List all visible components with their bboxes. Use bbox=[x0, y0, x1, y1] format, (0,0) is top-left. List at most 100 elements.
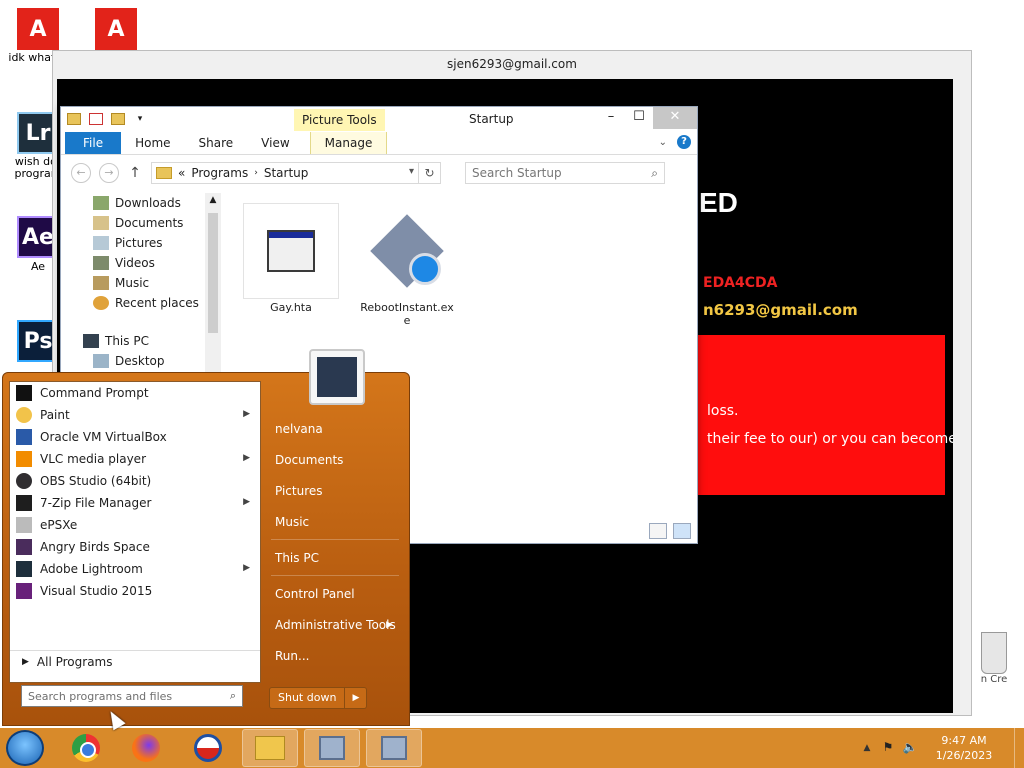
start-link-this-pc[interactable]: This PC bbox=[265, 542, 405, 573]
program-obs[interactable]: OBS Studio (64bit) bbox=[10, 470, 260, 492]
chevron-right-icon: ▶ bbox=[22, 656, 29, 667]
file-name: RebootInstant.exe bbox=[360, 301, 454, 327]
nav-item-pictures[interactable]: Pictures bbox=[61, 233, 221, 253]
start-link-administrative-tools[interactable]: Administrative Tools ▶ bbox=[265, 609, 405, 640]
navigation-scrollbar[interactable]: ▲ bbox=[205, 193, 221, 373]
start-link-documents[interactable]: Documents bbox=[265, 444, 405, 475]
program-visual-studio[interactable]: Visual Studio 2015 bbox=[10, 580, 260, 602]
ransom-scrollbar[interactable] bbox=[953, 79, 967, 713]
up-arrow-icon[interactable]: ↑ bbox=[127, 165, 143, 181]
program-7zip[interactable]: 7-Zip File Manager ▶ bbox=[10, 492, 260, 514]
tab-manage[interactable]: Manage bbox=[309, 132, 388, 154]
user-avatar[interactable] bbox=[309, 349, 365, 405]
tab-view[interactable]: View bbox=[247, 132, 303, 154]
start-button[interactable] bbox=[6, 730, 44, 766]
explorer-titlebar[interactable]: ▾ Picture Tools Startup – ☐ ✕ bbox=[61, 107, 697, 131]
clock[interactable]: 9:47 AM 1/26/2023 bbox=[924, 733, 1004, 763]
breadcrumb-startup[interactable]: Startup bbox=[264, 166, 309, 180]
close-icon[interactable]: ✕ bbox=[653, 107, 697, 129]
back-icon[interactable]: ← bbox=[71, 163, 91, 183]
view-switcher bbox=[649, 523, 691, 539]
tab-share[interactable]: Share bbox=[185, 132, 248, 154]
help-icon[interactable]: ? bbox=[677, 135, 691, 149]
maximize-icon[interactable]: ☐ bbox=[625, 107, 653, 129]
program-virtualbox[interactable]: Oracle VM VirtualBox bbox=[10, 426, 260, 448]
nav-item-videos[interactable]: Videos bbox=[61, 253, 221, 273]
file-explorer-icon bbox=[255, 736, 285, 760]
chevron-up-icon[interactable]: ▲ bbox=[860, 743, 874, 753]
file-item-gay-hta[interactable]: Gay.hta bbox=[243, 203, 339, 314]
show-desktop-button[interactable] bbox=[1014, 728, 1024, 768]
folder-icon bbox=[156, 167, 172, 179]
nav-item-documents[interactable]: Documents bbox=[61, 213, 221, 233]
exe-file-icon bbox=[370, 214, 444, 288]
taskbar-network-pc-1[interactable] bbox=[304, 729, 360, 767]
details-view-icon[interactable] bbox=[649, 523, 667, 539]
search-input[interactable]: Search Startup ⌕ bbox=[465, 162, 665, 184]
start-link-user[interactable]: nelvana bbox=[265, 413, 405, 444]
program-paint[interactable]: Paint ▶ bbox=[10, 404, 260, 426]
forward-icon[interactable]: → bbox=[99, 163, 119, 183]
start-link-music[interactable]: Music bbox=[265, 506, 405, 537]
nav-item-music[interactable]: Music bbox=[61, 273, 221, 293]
lightroom-icon bbox=[16, 561, 32, 577]
refresh-icon[interactable]: ↻ bbox=[418, 163, 440, 183]
file-item-rebootinstant-exe[interactable]: RebootInstant.exe bbox=[359, 203, 455, 327]
shutdown-options-icon[interactable]: ▶ bbox=[345, 687, 368, 709]
submenu-arrow-icon: ▶ bbox=[243, 409, 250, 419]
tab-file[interactable]: File bbox=[65, 132, 122, 154]
program-adobe-lightroom[interactable]: Adobe Lightroom ▶ bbox=[10, 558, 260, 580]
start-link-control-panel[interactable]: Control Panel bbox=[265, 578, 405, 609]
address-bar[interactable]: « Programs › Startup ▾ ↻ bbox=[151, 162, 441, 184]
program-angry-birds-space[interactable]: Angry Birds Space bbox=[10, 536, 260, 558]
folder-icon bbox=[67, 113, 81, 125]
volume-icon[interactable]: 🔈 bbox=[902, 740, 918, 756]
epsxe-icon bbox=[16, 517, 32, 533]
ransom-message-line: loss. bbox=[707, 403, 739, 419]
start-search-input[interactable]: Search programs and files ⌕ bbox=[21, 685, 243, 707]
start-link-run[interactable]: Run... bbox=[265, 640, 405, 671]
taskbar-chrome[interactable] bbox=[58, 729, 114, 767]
nav-item-this-pc[interactable]: This PC bbox=[61, 331, 221, 351]
nav-item-desktop[interactable]: Desktop bbox=[61, 351, 221, 371]
minimize-icon[interactable]: – bbox=[597, 107, 625, 129]
taskbar-obama[interactable] bbox=[180, 729, 236, 767]
7zip-icon bbox=[16, 495, 32, 511]
taskbar-network-pc-2[interactable] bbox=[366, 729, 422, 767]
taskbar-file-explorer[interactable] bbox=[242, 729, 298, 767]
file-thumbnail bbox=[359, 203, 455, 299]
desktop-icon-recycle-bin[interactable]: n Cre bbox=[966, 632, 1022, 685]
chevron-down-icon[interactable]: ⌄ bbox=[659, 137, 667, 148]
new-folder-icon[interactable] bbox=[111, 113, 125, 125]
search-icon: ⌕ bbox=[229, 689, 236, 702]
nav-item-recent-places[interactable]: Recent places bbox=[61, 293, 221, 313]
breadcrumb-programs[interactable]: Programs bbox=[191, 166, 248, 180]
chevron-down-icon[interactable]: ▾ bbox=[409, 166, 414, 177]
desktop-icon-adobe-2[interactable]: A bbox=[86, 8, 146, 52]
submenu-arrow-icon: ▶ bbox=[243, 497, 250, 507]
properties-icon[interactable] bbox=[89, 113, 103, 125]
adobe-icon: A bbox=[95, 8, 137, 50]
chevron-up-icon[interactable]: ▲ bbox=[205, 193, 221, 207]
start-menu: Command Prompt Paint ▶ Oracle VM VirtualB… bbox=[2, 349, 410, 726]
all-programs-button[interactable]: ▶ All Programs bbox=[10, 650, 260, 672]
shutdown-button[interactable]: Shut down bbox=[269, 687, 346, 709]
nav-item-label: Desktop bbox=[115, 354, 165, 368]
program-epsxe[interactable]: ePSXe bbox=[10, 514, 260, 536]
documents-icon bbox=[93, 216, 109, 230]
nav-item-label: Pictures bbox=[115, 236, 163, 250]
tab-home[interactable]: Home bbox=[121, 132, 184, 154]
submenu-arrow-icon: ▶ bbox=[243, 563, 250, 573]
computer-icon bbox=[83, 334, 99, 348]
program-command-prompt[interactable]: Command Prompt bbox=[10, 382, 260, 404]
taskbar-firefox[interactable] bbox=[118, 729, 174, 767]
program-label: VLC media player bbox=[40, 452, 147, 466]
program-vlc[interactable]: VLC media player ▶ bbox=[10, 448, 260, 470]
desktop-icon bbox=[93, 354, 109, 368]
nav-item-downloads[interactable]: Downloads bbox=[61, 193, 221, 213]
large-icons-view-icon[interactable] bbox=[673, 523, 691, 539]
network-status-icon[interactable]: ⚑ bbox=[880, 740, 896, 756]
chevron-down-icon[interactable]: ▾ bbox=[133, 113, 147, 125]
start-link-pictures[interactable]: Pictures bbox=[265, 475, 405, 506]
scrollbar-thumb[interactable] bbox=[208, 213, 218, 333]
